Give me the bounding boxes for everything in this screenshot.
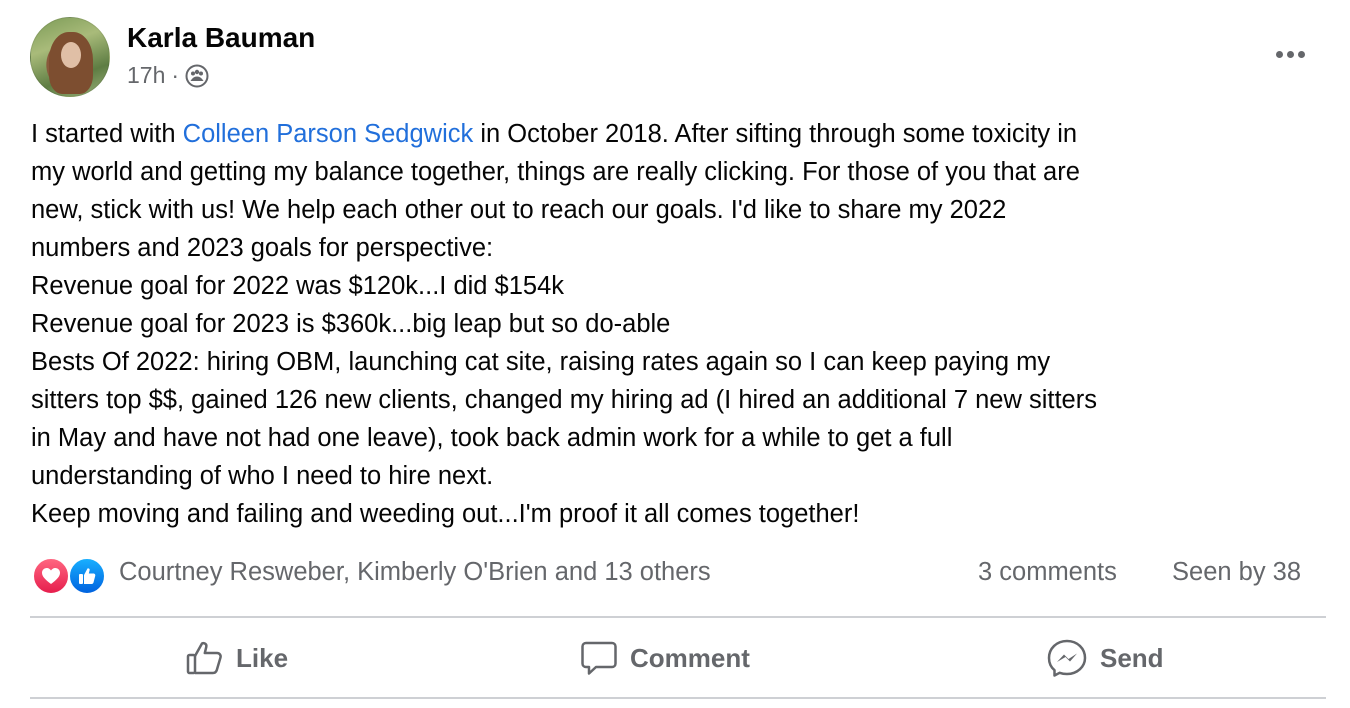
post-line: my world and getting my balance together…: [31, 158, 1080, 186]
comments-count[interactable]: 3 comments: [978, 558, 1117, 587]
reactors-summary[interactable]: Courtney Resweber, Kimberly O'Brien and …: [119, 558, 711, 587]
post-line: I started with Colleen Parson Sedgwick i…: [31, 120, 1078, 148]
love-reaction-icon: [32, 557, 70, 595]
thumbs-up-icon: [186, 641, 222, 675]
post-body: I started with Colleen Parson Sedgwick i…: [31, 115, 1331, 533]
comment-bubble-icon: [581, 641, 617, 675]
seen-by-count[interactable]: Seen by 38: [1172, 558, 1301, 587]
comment-button[interactable]: Comment: [580, 636, 750, 680]
reaction-icons[interactable]: [32, 557, 108, 595]
author-name[interactable]: Karla Bauman: [127, 22, 315, 54]
post-card: Karla Bauman 17h · I started with Collee…: [0, 0, 1350, 708]
post-line: Revenue goal for 2022 was $120k...I did …: [31, 272, 565, 300]
divider: [30, 697, 1326, 699]
post-line: numbers and 2023 goals for perspective:: [31, 234, 494, 262]
post-meta: 17h ·: [127, 62, 209, 89]
post-line: Bests Of 2022: hiring OBM, launching cat…: [31, 348, 1051, 376]
post-timestamp[interactable]: 17h: [127, 62, 165, 89]
meta-separator: ·: [171, 62, 180, 88]
reactions-bar: Courtney Resweber, Kimberly O'Brien and …: [32, 555, 1326, 595]
post-line: new, stick with us! We help each other o…: [31, 196, 1007, 224]
avatar-face: [61, 42, 81, 68]
divider: [30, 616, 1326, 618]
more-options-icon[interactable]: [1266, 40, 1314, 68]
group-audience-icon[interactable]: [185, 64, 209, 88]
like-label: Like: [236, 642, 289, 673]
messenger-icon: [1047, 639, 1087, 677]
post-line: Revenue goal for 2023 is $360k...big lea…: [31, 310, 671, 338]
like-button[interactable]: Like: [186, 636, 288, 680]
author-avatar[interactable]: [30, 17, 110, 97]
post-line: in May and have not had one leave), took…: [31, 424, 953, 452]
post-line: Keep moving and failing and weeding out.…: [31, 500, 860, 528]
post-line: understanding of who I need to hire next…: [31, 462, 494, 490]
comment-label: Comment: [630, 642, 750, 673]
like-reaction-icon: [68, 557, 106, 595]
post-line: sitters top $$, gained 126 new clients, …: [31, 386, 1097, 414]
send-label: Send: [1100, 642, 1164, 673]
mention-link[interactable]: Colleen Parson Sedgwick: [183, 120, 474, 148]
send-button[interactable]: Send: [1046, 636, 1164, 680]
